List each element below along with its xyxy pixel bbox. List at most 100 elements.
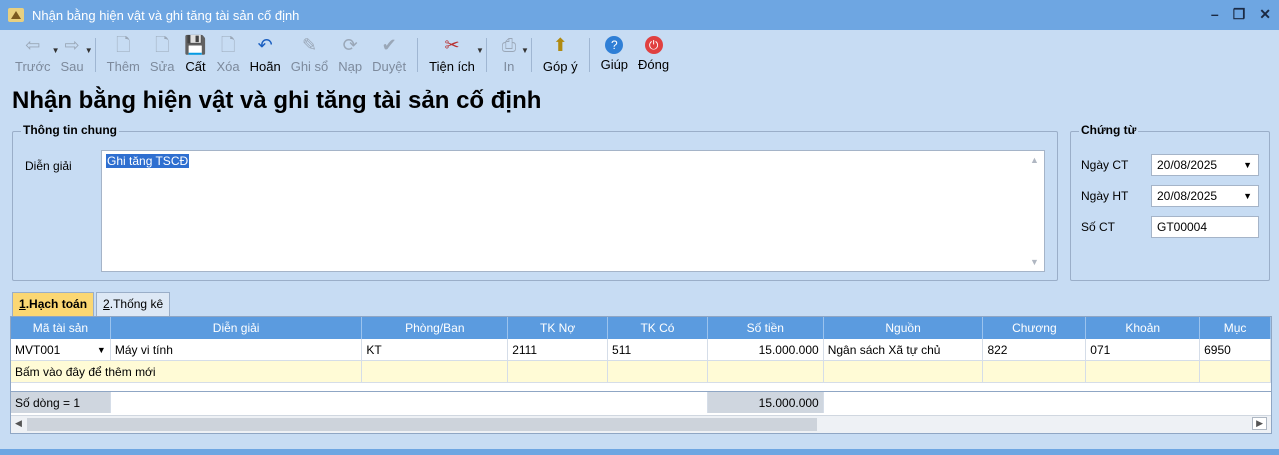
toolbar-button[interactable]: 🗋 Xóa xyxy=(212,30,245,82)
toolbar-button[interactable]: ⇦ Trước ▼ xyxy=(10,30,60,82)
toolbar-separator xyxy=(417,38,419,72)
total-amount: 15.000.000 xyxy=(707,392,824,413)
toolbar-button[interactable]: ✎ Ghi sổ xyxy=(286,30,334,82)
grid-header: Mã tài sản Diễn giải Phòng/Ban TK Nợ TK … xyxy=(11,317,1271,339)
footer-spacer xyxy=(111,392,708,413)
toolbar-button-label: Ghi sổ xyxy=(290,59,329,74)
table-cell[interactable]: Ngân sách Xã tự chủ xyxy=(823,339,984,361)
table-cell xyxy=(823,361,984,383)
tab-statistics-label: Thống kê xyxy=(113,297,164,311)
table-cell[interactable]: 822 xyxy=(983,339,1087,361)
table-cell[interactable]: Máy vi tính xyxy=(110,339,363,361)
toolbar-button[interactable]: ⎙ In ▼ xyxy=(493,30,529,82)
scroll-up-icon[interactable]: ▲ xyxy=(1030,155,1039,165)
scroll-left-icon[interactable]: ◀ xyxy=(15,418,22,429)
table-cell[interactable]: 071 xyxy=(1086,339,1201,361)
toolbar-button[interactable]: 🗋 Thêm xyxy=(102,30,145,82)
column-header[interactable]: Diễn giải xyxy=(110,317,363,339)
dropdown-arrow-icon[interactable]: ▼ xyxy=(476,46,484,55)
column-header[interactable]: TK Có xyxy=(608,317,708,339)
column-header[interactable]: TK Nợ xyxy=(508,317,609,339)
table-cell[interactable]: 6950 xyxy=(1200,339,1271,361)
window-controls: – ❐ ✕ xyxy=(1211,6,1271,23)
save-icon: 💾 xyxy=(184,35,207,55)
toolbar-button-label: Giúp xyxy=(600,57,629,72)
toolbar-button-label: Trước xyxy=(15,59,51,74)
toolbar-button[interactable]: ↶ Hoãn xyxy=(245,30,286,82)
toolbar-button[interactable]: ⬆ Góp ý xyxy=(538,30,583,82)
posting-date-picker[interactable]: 20/08/2025 ▼ xyxy=(1151,185,1259,207)
pencil-icon: ✎ xyxy=(301,35,318,55)
restore-icon[interactable]: ❐ xyxy=(1233,6,1246,23)
table-cell[interactable]: 15.000.000 xyxy=(707,339,824,361)
textarea-scrollbar[interactable]: ▲ ▼ xyxy=(1028,153,1042,269)
scroll-down-icon[interactable]: ▼ xyxy=(1030,257,1039,267)
tab-accounting-label: Hạch toán xyxy=(29,297,88,311)
description-textarea[interactable]: Ghi tăng TSCĐ ▲ ▼ xyxy=(101,150,1045,272)
app-logo-icon xyxy=(8,8,24,22)
delete-document-icon: 🗋 xyxy=(220,35,236,55)
toolbar-button[interactable]: ⏻ Đóng xyxy=(633,30,674,82)
table-cell[interactable]: KT xyxy=(362,339,509,361)
table-cell[interactable]: 511 xyxy=(608,339,708,361)
column-header[interactable]: Nguồn xyxy=(823,317,984,339)
table-row[interactable]: MVT001 ▼ Máy vi tính KT 2111 511 15.000.0… xyxy=(11,339,1271,361)
dropdown-arrow-icon[interactable]: ▼ xyxy=(85,46,93,55)
footer-spacer xyxy=(824,392,1271,413)
chevron-down-icon[interactable]: ▼ xyxy=(97,345,106,355)
toolbar-button-label: Xóa xyxy=(216,59,240,74)
scroll-right-icon[interactable]: ▶ xyxy=(1252,417,1267,430)
toolbar-button[interactable]: ⟳ Nạp xyxy=(333,30,367,82)
table-cell[interactable]: 2111 xyxy=(508,339,609,361)
toolbar-button-label: Góp ý xyxy=(542,59,578,74)
posting-date-label: Ngày HT xyxy=(1081,189,1129,203)
toolbar-button-label: Nạp xyxy=(338,59,363,74)
dropdown-arrow-icon[interactable]: ▼ xyxy=(521,46,529,55)
check-icon: ✔ xyxy=(381,35,397,55)
scrollbar-thumb[interactable] xyxy=(27,418,817,431)
minimize-icon[interactable]: – xyxy=(1211,6,1219,23)
voucher-date-value: 20/08/2025 xyxy=(1157,158,1218,172)
column-header[interactable]: Số tiền xyxy=(707,317,824,339)
tab-strip: 1.Hạch toán 2.Thống kê xyxy=(12,292,172,316)
arrow-left-icon: ⇦ xyxy=(25,35,41,55)
add-new-row[interactable]: Bấm vào đây để thêm mới xyxy=(11,361,1271,383)
arrow-right-icon: ⇨ xyxy=(64,35,80,55)
column-header[interactable]: Khoản xyxy=(1086,317,1201,339)
toolbar-button[interactable]: ? Giúp xyxy=(596,30,633,82)
column-header[interactable]: Chương xyxy=(983,317,1087,339)
general-info-group: Thông tin chung Diễn giải Ghi tăng TSCĐ … xyxy=(12,123,1058,281)
toolbar-button-label: Tiện ích xyxy=(429,59,475,74)
add-document-icon: 🗋 xyxy=(116,35,131,55)
table-cell xyxy=(1086,361,1201,383)
add-new-row-text[interactable]: Bấm vào đây để thêm mới xyxy=(11,361,363,383)
horizontal-scrollbar[interactable]: ◀ ▶ xyxy=(11,415,1271,433)
power-icon: ⏻ xyxy=(644,36,663,54)
toolbar-button[interactable]: 💾 Cất xyxy=(180,30,212,82)
voucher-date-picker[interactable]: 20/08/2025 ▼ xyxy=(1151,154,1259,176)
tab-statistics[interactable]: 2.Thống kê xyxy=(96,292,171,316)
posting-date-value: 20/08/2025 xyxy=(1157,189,1218,203)
asset-code-cell[interactable]: MVT001 ▼ xyxy=(11,339,111,361)
chevron-down-icon[interactable]: ▼ xyxy=(1243,191,1252,201)
toolbar-button[interactable]: ✂ Tiện ích ▼ xyxy=(424,30,484,82)
toolbar-button[interactable]: 🗋 Sửa xyxy=(145,30,180,82)
toolbar-button-label: Sửa xyxy=(149,59,175,74)
grid-spacer xyxy=(11,383,1271,391)
grid-footer: Số dòng = 1 15.000.000 xyxy=(11,391,1271,413)
toolbar-button[interactable]: ✔ Duyệt xyxy=(367,30,411,82)
close-icon[interactable]: ✕ xyxy=(1259,6,1271,23)
posting-date-row: Ngày HT 20/08/2025 ▼ xyxy=(1081,185,1259,207)
toolbar: ⇦ Trước ▼ ⇨ Sau ▼ 🗋 Thêm 🗋 Sửa 💾 Cất 🗋 Xóa ↶ Hoãn ✎ Ghi s… xyxy=(0,30,1279,82)
column-header[interactable]: Phòng/Ban xyxy=(362,317,509,339)
chevron-down-icon[interactable]: ▼ xyxy=(1243,160,1252,170)
tab-accounting[interactable]: 1.Hạch toán xyxy=(12,292,95,316)
toolbar-button[interactable]: ⇨ Sau ▼ xyxy=(56,30,93,82)
toolbar-separator xyxy=(588,38,590,72)
tools-icon: ✂ xyxy=(444,35,460,55)
voucher-number-input[interactable]: GT00004 xyxy=(1151,216,1259,238)
column-header[interactable]: Mã tài sản xyxy=(11,317,111,339)
column-header[interactable]: Mục xyxy=(1200,317,1271,339)
voucher-number-row: Số CT GT00004 xyxy=(1081,216,1259,238)
accounting-grid: Mã tài sản Diễn giải Phòng/Ban TK Nợ TK … xyxy=(10,316,1272,434)
